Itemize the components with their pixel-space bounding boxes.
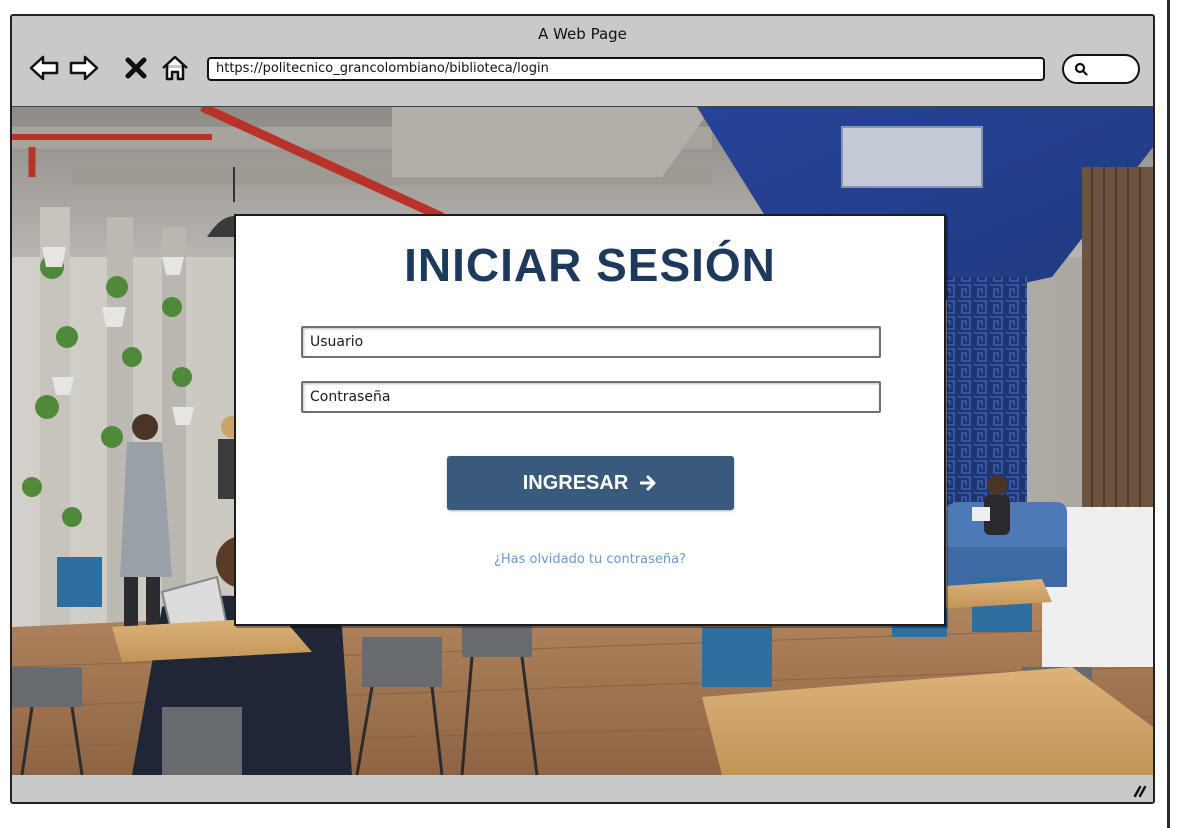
- search-icon: [1074, 62, 1088, 76]
- window-title: A Web Page: [538, 25, 627, 43]
- username-field[interactable]: [301, 326, 881, 358]
- login-title: INICIAR SESIÓN: [404, 239, 776, 291]
- home-icon[interactable]: [160, 54, 190, 82]
- address-bar[interactable]: https://politecnico_grancolombiano/bibli…: [207, 57, 1045, 81]
- browser-window: A Web Page https://politecnico_grancolom…: [10, 14, 1155, 804]
- login-button-label: INGRESAR: [522, 471, 629, 494]
- login-modal: INICIAR SESIÓN INGRESAR ¿Has olvidado tu…: [234, 214, 946, 626]
- password-field[interactable]: [301, 381, 881, 413]
- arrow-right-icon: [640, 475, 656, 491]
- resize-grip-icon[interactable]: [1131, 782, 1147, 798]
- login-button[interactable]: INGRESAR: [447, 456, 734, 510]
- back-arrow-icon[interactable]: [28, 54, 60, 82]
- forgot-password-link[interactable]: ¿Has olvidado tu contraseña?: [236, 552, 944, 567]
- forward-arrow-icon[interactable]: [68, 54, 100, 82]
- status-bar: [12, 775, 1153, 802]
- stop-icon[interactable]: [124, 54, 148, 82]
- page-content: INICIAR SESIÓN INGRESAR ¿Has olvidado tu…: [12, 106, 1153, 776]
- browser-search-box[interactable]: [1062, 54, 1140, 84]
- window-edge: [1167, 0, 1178, 828]
